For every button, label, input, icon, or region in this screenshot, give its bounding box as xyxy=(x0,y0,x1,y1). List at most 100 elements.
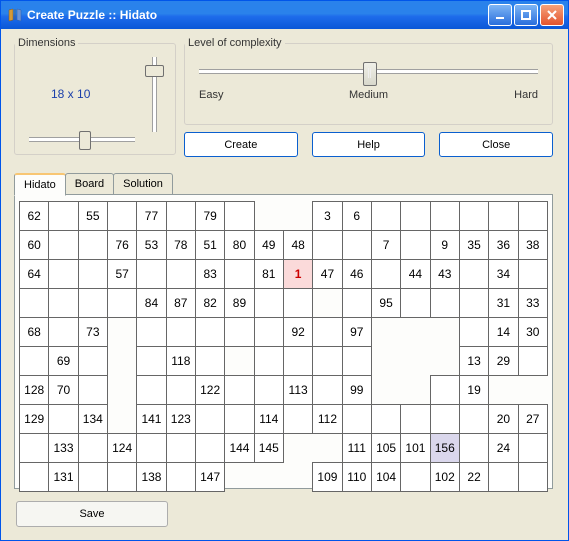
grid-cell[interactable] xyxy=(459,405,488,434)
grid-cell[interactable]: 20 xyxy=(489,405,518,434)
grid-cell[interactable]: 133 xyxy=(49,434,78,463)
grid-cell[interactable] xyxy=(430,376,459,405)
grid-cell[interactable]: 114 xyxy=(254,405,283,434)
grid-cell[interactable] xyxy=(313,376,342,405)
grid-cell[interactable]: 78 xyxy=(166,231,195,260)
grid-cell[interactable] xyxy=(78,347,107,376)
grid-cell[interactable]: 95 xyxy=(371,289,400,318)
grid-cell[interactable]: 134 xyxy=(78,405,107,434)
grid-cell[interactable] xyxy=(137,260,166,289)
grid-cell[interactable] xyxy=(78,434,107,463)
grid-cell[interactable] xyxy=(342,405,371,434)
grid-cell[interactable] xyxy=(20,289,49,318)
grid-cell[interactable]: 141 xyxy=(137,405,166,434)
grid-cell[interactable]: 55 xyxy=(78,202,107,231)
grid-cell[interactable] xyxy=(195,347,224,376)
grid-cell[interactable] xyxy=(49,405,78,434)
grid-cell[interactable] xyxy=(49,318,78,347)
grid-cell[interactable]: 118 xyxy=(166,347,195,376)
grid-cell[interactable] xyxy=(49,260,78,289)
grid-cell[interactable] xyxy=(254,347,283,376)
grid-cell[interactable] xyxy=(401,289,430,318)
grid-cell[interactable] xyxy=(283,347,312,376)
tab-hidato[interactable]: Hidato xyxy=(14,173,66,196)
tab-solution[interactable]: Solution xyxy=(113,173,173,195)
grid-cell[interactable] xyxy=(489,463,518,492)
grid-cell[interactable] xyxy=(137,434,166,463)
grid-cell[interactable]: 87 xyxy=(166,289,195,318)
grid-cell[interactable] xyxy=(166,376,195,405)
grid-cell[interactable]: 84 xyxy=(137,289,166,318)
grid-cell[interactable] xyxy=(459,202,488,231)
grid-cell[interactable] xyxy=(225,405,254,434)
grid-cell[interactable] xyxy=(78,463,107,492)
grid-cell[interactable] xyxy=(78,289,107,318)
grid-cell[interactable]: 70 xyxy=(49,376,78,405)
grid-cell[interactable] xyxy=(518,463,547,492)
grid-cell[interactable]: 62 xyxy=(20,202,49,231)
grid-cell[interactable] xyxy=(137,318,166,347)
grid-cell[interactable]: 57 xyxy=(107,260,136,289)
grid-cell[interactable] xyxy=(78,231,107,260)
grid-cell[interactable]: 101 xyxy=(401,434,430,463)
grid-cell[interactable] xyxy=(254,318,283,347)
grid-cell[interactable] xyxy=(313,231,342,260)
grid-cell[interactable] xyxy=(225,318,254,347)
grid-cell[interactable]: 47 xyxy=(313,260,342,289)
grid-cell[interactable]: 105 xyxy=(371,434,400,463)
grid-cell[interactable]: 68 xyxy=(20,318,49,347)
grid-cell[interactable]: 53 xyxy=(137,231,166,260)
grid-cell[interactable] xyxy=(49,231,78,260)
grid-cell[interactable] xyxy=(459,289,488,318)
grid-cell[interactable]: 49 xyxy=(254,231,283,260)
grid-cell[interactable] xyxy=(342,347,371,376)
grid-cell[interactable]: 89 xyxy=(225,289,254,318)
grid-cell[interactable]: 27 xyxy=(518,405,547,434)
grid-cell[interactable] xyxy=(254,289,283,318)
grid-cell[interactable] xyxy=(107,202,136,231)
grid-cell[interactable]: 83 xyxy=(195,260,224,289)
grid-cell[interactable]: 14 xyxy=(489,318,518,347)
grid-cell[interactable] xyxy=(137,376,166,405)
grid-cell[interactable]: 48 xyxy=(283,231,312,260)
grid-cell[interactable] xyxy=(107,463,136,492)
grid-cell[interactable]: 80 xyxy=(225,231,254,260)
grid-cell[interactable] xyxy=(401,202,430,231)
grid-cell[interactable]: 13 xyxy=(459,347,488,376)
grid-cell[interactable] xyxy=(518,202,547,231)
grid-cell[interactable] xyxy=(225,202,254,231)
grid-cell[interactable] xyxy=(195,318,224,347)
close-window-button[interactable] xyxy=(540,4,564,26)
grid-cell[interactable]: 97 xyxy=(342,318,371,347)
rows-slider[interactable] xyxy=(143,57,163,132)
grid-cell[interactable]: 31 xyxy=(489,289,518,318)
grid-cell[interactable] xyxy=(283,289,312,318)
grid-cell[interactable]: 46 xyxy=(342,260,371,289)
grid-cell[interactable] xyxy=(166,463,195,492)
grid-cell[interactable] xyxy=(313,347,342,376)
tab-board[interactable]: Board xyxy=(65,173,114,195)
grid-cell[interactable]: 112 xyxy=(313,405,342,434)
grid-cell[interactable]: 36 xyxy=(489,231,518,260)
grid-cell[interactable]: 144 xyxy=(225,434,254,463)
grid-cell[interactable]: 38 xyxy=(518,231,547,260)
grid-cell[interactable] xyxy=(166,202,195,231)
grid-cell[interactable] xyxy=(459,318,488,347)
create-button[interactable]: Create xyxy=(184,132,298,157)
grid-cell[interactable] xyxy=(137,347,166,376)
grid-cell[interactable] xyxy=(342,231,371,260)
grid-cell[interactable] xyxy=(195,405,224,434)
grid-cell[interactable] xyxy=(225,376,254,405)
grid-cell[interactable] xyxy=(371,260,400,289)
grid-cell[interactable]: 3 xyxy=(313,202,342,231)
grid-cell[interactable] xyxy=(20,434,49,463)
grid-cell[interactable]: 44 xyxy=(401,260,430,289)
grid-cell[interactable]: 145 xyxy=(254,434,283,463)
minimize-button[interactable] xyxy=(488,4,512,26)
grid-cell[interactable]: 7 xyxy=(371,231,400,260)
grid-cell[interactable] xyxy=(49,289,78,318)
grid-cell[interactable] xyxy=(401,231,430,260)
grid-cell[interactable] xyxy=(78,376,107,405)
grid-cell[interactable] xyxy=(195,434,224,463)
grid-cell[interactable]: 24 xyxy=(489,434,518,463)
